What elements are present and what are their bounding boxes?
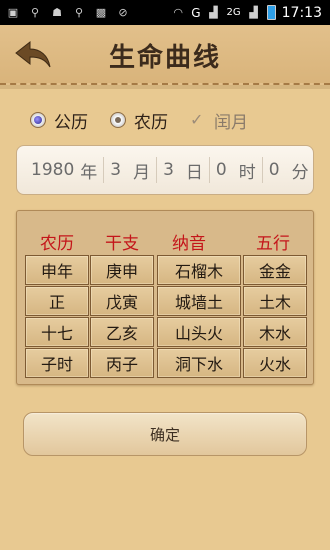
table-cell: 木水 <box>243 317 307 347</box>
table-cell: 土木 <box>243 286 307 316</box>
lunar-radio[interactable] <box>110 112 126 128</box>
table-cell: 洞下水 <box>157 348 241 378</box>
wifi-icon: ◠ <box>173 5 183 19</box>
date-picker[interactable]: 1980 年 3 月 3 日 0 时 0 分 <box>16 145 314 195</box>
table-cell: 乙亥 <box>90 317 154 347</box>
table-cell: 庚申 <box>90 255 154 285</box>
table-cell: 子时 <box>25 348 89 378</box>
status-left: ▣ ⚲ ☗ ⚲ ▩ ⊘ <box>0 6 130 20</box>
hour-unit: 时 <box>238 162 256 183</box>
column-header: 干支 <box>105 234 139 254</box>
solar-label[interactable]: 公历 <box>54 108 88 133</box>
table-cell: 丙子 <box>90 348 154 378</box>
network-type-2: 2G <box>226 7 241 18</box>
hour-value: 0 <box>215 160 227 180</box>
usb-icon: ⚲ <box>74 5 84 19</box>
table-cell: 十七 <box>25 317 89 347</box>
year-unit: 年 <box>80 162 98 183</box>
battery-icon <box>266 5 276 20</box>
confirm-button[interactable]: 确定 <box>23 412 307 456</box>
minute-value: 0 <box>268 160 280 180</box>
table-cell: 正 <box>25 286 89 316</box>
divider <box>261 157 263 183</box>
status-right: ◠ G ▟ 2G ▟ 17:13 <box>171 5 330 21</box>
column-header: 五行 <box>256 234 290 254</box>
minute-unit: 分 <box>291 162 309 183</box>
column-header: 纳音 <box>172 234 206 254</box>
table-cell: 城墙土 <box>157 286 241 316</box>
year-field[interactable]: 1980 年 <box>27 157 101 183</box>
year-value: 1980 <box>31 160 75 180</box>
signal-icon: ▟ <box>209 5 218 19</box>
table-cell: 火水 <box>243 348 307 378</box>
table-cell: 石榴木 <box>157 255 241 285</box>
solar-radio[interactable] <box>30 112 46 128</box>
table-cell: 金金 <box>243 255 307 285</box>
table-cell: 申年 <box>25 255 89 285</box>
divider <box>156 157 158 183</box>
calendar-type-selector: 公历 农历 ✓ 闰月 <box>30 108 248 133</box>
mute-icon: ⊘ <box>118 5 128 19</box>
table-cell: 戊寅 <box>90 286 154 316</box>
month-value: 3 <box>110 160 122 180</box>
bazi-table: 农历 干支 纳音 五行 申年 庚申 石榴木 金金 正 戊寅 城墙土 土木 十七 … <box>16 210 314 385</box>
divider <box>103 157 105 183</box>
app-header: 生命曲线 <box>0 25 330 89</box>
lunar-label[interactable]: 农历 <box>134 108 168 133</box>
network-type: G <box>191 5 201 20</box>
signal-icon: ▟ <box>249 5 258 19</box>
day-value: 3 <box>163 160 174 180</box>
minute-field[interactable]: 0 分 <box>265 157 313 183</box>
app-icon: ▣ <box>7 5 19 19</box>
table-cell: 山头火 <box>157 317 241 347</box>
status-bar: ▣ ⚲ ☗ ⚲ ▩ ⊘ ◠ G ▟ 2G ▟ 17:13 <box>0 0 330 25</box>
column-header: 农历 <box>40 234 74 254</box>
hour-field[interactable]: 0 时 <box>212 157 260 183</box>
day-unit: 日 <box>185 162 203 183</box>
day-field[interactable]: 3 日 <box>159 157 207 183</box>
usb-icon: ⚲ <box>30 5 40 19</box>
leap-month-label: 闰月 <box>214 112 248 133</box>
page-title: 生命曲线 <box>108 43 221 73</box>
android-icon: ☗ <box>52 5 62 19</box>
leap-month-checkbox[interactable]: ✓ <box>190 112 206 128</box>
month-field[interactable]: 3 月 <box>106 157 154 183</box>
sim-off-icon: ▩ <box>95 5 107 19</box>
divider <box>208 157 210 183</box>
month-unit: 月 <box>133 162 151 183</box>
clock: 17:13 <box>281 4 322 21</box>
